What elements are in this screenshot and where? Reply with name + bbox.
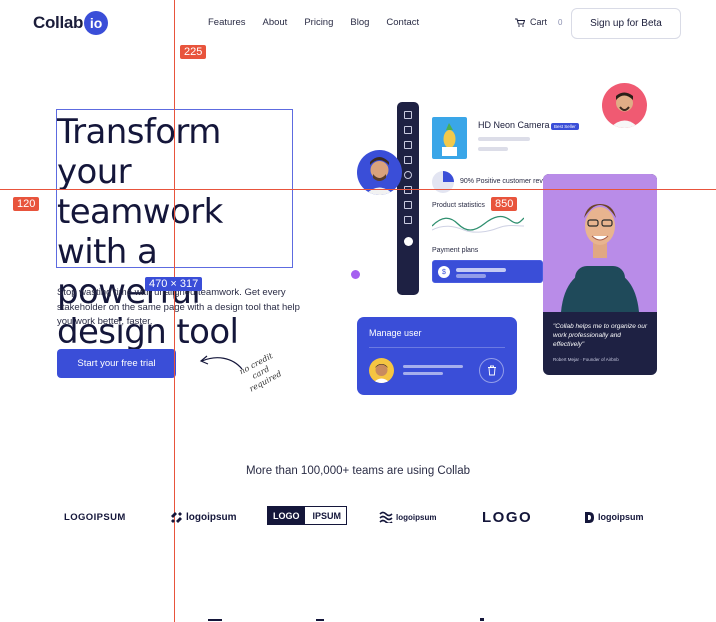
signup-button[interactable]: Sign up for Beta [571,8,681,39]
logoipsum-mark-icon [171,511,182,523]
placeholder-line [403,365,463,368]
triangle-tool-icon[interactable] [404,186,412,194]
cart-count: 0 [558,17,563,27]
pointer-tool-icon[interactable] [404,111,412,119]
manage-user-title: Manage user [369,328,422,338]
nav-item-contact[interactable]: Contact [386,17,419,28]
partner-logo-5-text: LOGO [482,508,533,526]
partner-logo-4-text: logoipsum [396,512,437,522]
delete-user-button[interactable] [479,358,504,383]
cart-link[interactable]: Cart 0 [515,17,562,27]
y-measure-badge: 120 [13,197,40,211]
user-avatar [369,358,394,383]
bestseller-badge: Best Seller [551,123,579,130]
divider [369,347,505,348]
brand-logo[interactable]: Collab io [33,11,109,35]
testimonial-author: Robert Mejar · Founder of Airbnb [553,357,619,362]
trusted-by-text: More than 100,000+ teams are using Colla… [245,465,471,477]
layers-tool-icon[interactable] [404,216,412,224]
testimonial-quote: "Collab helps me to organize our work pr… [553,323,648,348]
cart-label: Cart [530,17,548,27]
waves-logo-icon [379,511,393,523]
placeholder-line [478,147,508,151]
partner-logo-6-text: logoipsum [598,512,644,522]
brand-name: Collab [33,13,84,32]
nav-item-pricing[interactable]: Pricing [304,17,333,28]
partner-logo-5: LOGO [482,508,533,526]
x-measure-badge: 225 [180,45,207,59]
product-title: HD Neon Camera [478,120,550,130]
payment-plans-label: Payment plans [432,247,479,254]
nav-item-blog[interactable]: Blog [350,17,369,28]
partner-logo-1: LOGOIPSUM [64,509,126,525]
avatar-man [602,83,647,128]
statistics-wave-chart [432,215,524,233]
partner-logo-3-text-a: LOGO [268,507,305,524]
placeholder-line [478,137,530,141]
add-icon[interactable] [403,237,413,246]
partner-logo-6: logoipsum [584,509,644,525]
cut-off-heading [208,618,484,621]
rectangle-tool-icon[interactable] [404,156,412,164]
main-nav: Features About Pricing Blog Contact [208,17,436,28]
decorative-dot [351,270,360,279]
partner-logo-3-text-b: IPSUM [312,510,342,521]
partner-logo-2: logoipsum [170,509,237,525]
vertical-guide-line [174,0,175,622]
nav-item-features[interactable]: Features [208,17,246,28]
dollar-icon: $ [438,266,450,278]
placeholder-line [456,274,486,278]
partner-logo-3: LOGO IPSUM [267,506,348,525]
partner-logo-4: logoipsum [379,509,436,525]
pen-tool-icon[interactable] [404,126,412,134]
placeholder-line [403,372,443,375]
payment-plan-card[interactable]: $ [432,260,543,283]
ellipse-tool-icon[interactable] [404,171,412,179]
brand-badge: io [84,11,109,35]
hero-subtitle: Stop wasting time with unaligned teamwor… [57,287,300,327]
manage-user-card: Manage user [357,317,517,395]
size-measure-badge: 470 × 317 [145,277,203,291]
chart-measure-badge: 850 [491,197,518,211]
product-image [432,117,467,159]
partner-logo-1-text: LOGOIPSUM [64,511,126,523]
testimonial-photo [543,174,657,312]
author-name: Robert Mejar [553,357,580,362]
d-shape-logo-icon [585,511,594,523]
trash-icon [487,365,496,376]
placeholder-line [456,268,506,272]
user-row[interactable] [369,354,505,386]
horizontal-guide-line [0,189,716,190]
text-tool-icon[interactable] [404,141,412,149]
cart-icon [515,18,525,27]
partner-logo-2-text: logoipsum [186,511,237,523]
design-toolbar [397,102,419,295]
positive-review-text: 90% Positive customer rev [460,178,543,185]
testimonial-card: "Collab helps me to organize our work pr… [543,174,657,375]
author-role: Founder of Airbnb [583,357,619,362]
nav-item-about[interactable]: About [263,17,288,28]
free-trial-button[interactable]: Start your free trial [57,349,176,378]
image-tool-icon[interactable] [404,201,412,209]
